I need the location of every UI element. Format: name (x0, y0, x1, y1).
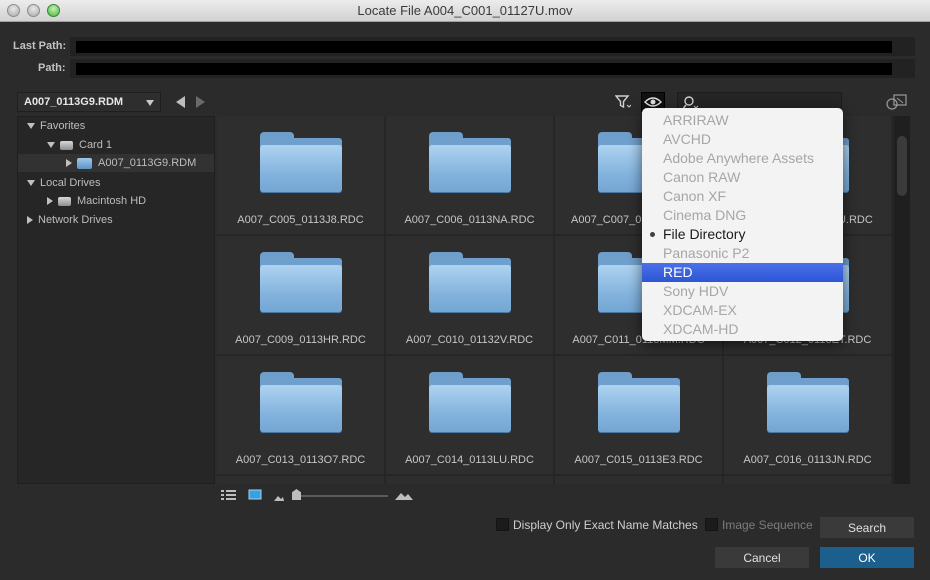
menu-item-xdcam-ex[interactable]: XDCAM-EX (642, 301, 843, 320)
folder-tile[interactable]: A007_C010_01132V.RDC (386, 236, 553, 354)
collapse-triangle-icon[interactable] (27, 216, 33, 224)
last-path-value-redacted (76, 41, 892, 53)
tree-item-label: A007_0113G9.RDM (98, 157, 197, 169)
tree-item-card-1[interactable]: Card 1 (47, 136, 112, 154)
folder-tile[interactable]: A007_C009_0113HR.RDC (217, 236, 384, 354)
tree-item-label: Card 1 (79, 139, 113, 151)
folder-tile[interactable]: A007_C005_0113J8.RDC (217, 116, 384, 234)
last-path-field[interactable] (70, 37, 915, 56)
tree-item-favorites[interactable]: Favorites (27, 117, 85, 135)
image-sequence-label: Image Sequence (722, 518, 813, 532)
location-tree: Favorites Card 1 A007_0113G9.RDM Local D… (17, 116, 215, 484)
list-view-icon[interactable] (221, 489, 237, 501)
folder-icon (767, 372, 849, 432)
folder-label: A007_C014_0113LU.RDC (405, 454, 534, 466)
title-bar: Locate File A004_C001_01127U.mov (0, 0, 930, 22)
folder-label: A007_C005_0113J8.RDC (237, 214, 364, 226)
folder-tile[interactable]: A007_C013_0113O7.RDC (217, 356, 384, 474)
folder-icon (429, 132, 511, 192)
exact-match-checkbox[interactable] (496, 518, 509, 531)
menu-item-cinema-dng[interactable]: Cinema DNG (642, 206, 843, 225)
folder-icon (260, 372, 342, 432)
exact-match-label: Display Only Exact Name Matches (513, 518, 698, 532)
last-path-label: Last Path: (13, 40, 67, 52)
forward-arrow-icon[interactable] (196, 96, 205, 108)
tree-item-macintosh-hd[interactable]: Macintosh HD (47, 192, 146, 210)
folder-tile[interactable] (555, 476, 722, 484)
folder-label: A007_C010_01132V.RDC (405, 334, 534, 346)
filter-icon[interactable] (611, 92, 635, 112)
folder-tile[interactable]: A007_C015_0113E3.RDC (555, 356, 722, 474)
folder-icon (598, 372, 680, 432)
tree-item-a007-rdm[interactable]: A007_0113G9.RDM (18, 154, 214, 172)
selected-bullet-icon (650, 232, 655, 237)
collapse-triangle-icon[interactable] (47, 197, 53, 205)
folder-tile[interactable] (724, 476, 891, 484)
drive-icon (58, 196, 71, 206)
folder-tile[interactable]: A007_C006_0113NA.RDC (386, 116, 553, 234)
chevron-down-icon (146, 100, 154, 106)
cancel-button[interactable]: Cancel (715, 547, 809, 568)
folder-label: A007_C006_0113NA.RDC (404, 214, 535, 226)
path-label: Path: (38, 62, 66, 74)
menu-item-panasonic-p2[interactable]: Panasonic P2 (642, 244, 843, 263)
expand-triangle-icon[interactable] (47, 142, 55, 148)
slider-knob[interactable] (292, 489, 301, 500)
zoom-small-icon (274, 491, 284, 503)
folder-icon (429, 372, 511, 432)
folder-tile[interactable] (386, 476, 553, 484)
collapse-triangle-icon[interactable] (66, 159, 72, 167)
browse-media-icon[interactable] (884, 92, 908, 112)
path-value-redacted (76, 63, 892, 75)
menu-item-avchd[interactable]: AVCHD (642, 130, 843, 149)
folder-icon (429, 252, 511, 312)
folder-icon (260, 252, 342, 312)
path-field[interactable] (70, 59, 915, 78)
menu-item-arriraw[interactable]: ARRIRAW (642, 111, 843, 130)
drive-icon (60, 140, 73, 150)
folder-icon (77, 157, 92, 169)
tree-item-local-drives[interactable]: Local Drives (27, 174, 101, 192)
menu-item-sony-hdv[interactable]: Sony HDV (642, 282, 843, 301)
expand-triangle-icon[interactable] (27, 123, 35, 129)
folder-icon (260, 132, 342, 192)
tree-item-label: Macintosh HD (77, 195, 147, 207)
menu-item-red[interactable]: RED (642, 263, 843, 282)
location-dropdown[interactable]: A007_0113G9.RDM (17, 92, 161, 112)
thumbnail-size-slider[interactable] (300, 495, 388, 497)
menu-item-file-directory[interactable]: File Directory (642, 225, 843, 244)
zoom-large-icon (395, 490, 413, 502)
folder-tile[interactable] (217, 476, 384, 484)
tree-item-network-drives[interactable]: Network Drives (27, 211, 113, 229)
tree-item-label: Local Drives (40, 177, 101, 189)
search-button[interactable]: Search (820, 517, 914, 538)
location-dropdown-value: A007_0113G9.RDM (24, 96, 124, 108)
media-type-menu: ARRIRAW AVCHD Adobe Anywhere Assets Cano… (642, 108, 843, 341)
thumbnail-view-icon[interactable] (248, 489, 262, 501)
folder-tile[interactable]: A007_C014_0113LU.RDC (386, 356, 553, 474)
folder-label: A007_C009_0113HR.RDC (235, 334, 366, 346)
image-sequence-checkbox[interactable] (705, 518, 718, 531)
folder-tile[interactable]: A007_C016_0113JN.RDC (724, 356, 891, 474)
ok-button[interactable]: OK (820, 547, 914, 568)
menu-item-adobe-anywhere[interactable]: Adobe Anywhere Assets (642, 149, 843, 168)
scrollbar-thumb[interactable] (897, 136, 907, 196)
menu-item-canon-xf[interactable]: Canon XF (642, 187, 843, 206)
menu-item-xdcam-hd[interactable]: XDCAM-HD (642, 320, 843, 339)
tree-item-label: Network Drives (38, 214, 113, 226)
tree-item-label: Favorites (40, 120, 86, 132)
folder-label: A007_C015_0113E3.RDC (574, 454, 703, 466)
folder-label: A007_C013_0113O7.RDC (235, 454, 366, 466)
expand-triangle-icon[interactable] (27, 180, 35, 186)
back-arrow-icon[interactable] (176, 96, 185, 108)
window-title: Locate File A004_C001_01127U.mov (357, 3, 573, 18)
folder-label: A007_C016_0113JN.RDC (743, 454, 872, 466)
grid-scrollbar[interactable] (894, 116, 910, 484)
menu-item-label: File Directory (663, 226, 746, 242)
menu-item-canon-raw[interactable]: Canon RAW (642, 168, 843, 187)
